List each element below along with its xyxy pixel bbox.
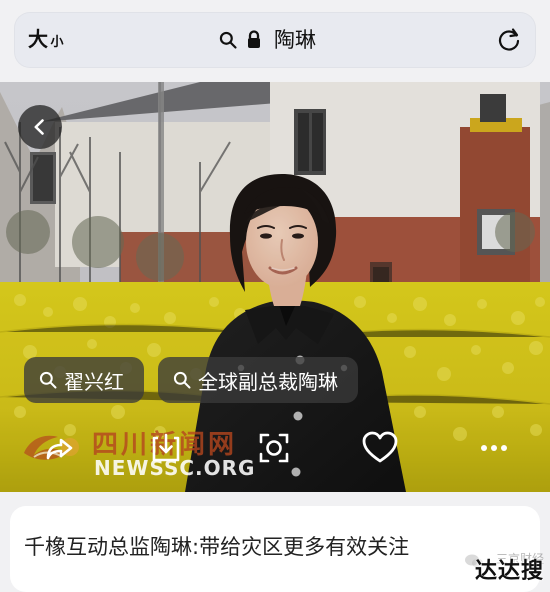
chevron-left-icon bbox=[34, 119, 44, 135]
search-icon bbox=[173, 371, 191, 389]
url-display[interactable]: 陶琳 bbox=[218, 26, 316, 54]
search-suggestion-label: 全球副总裁陶琳 bbox=[198, 369, 338, 394]
search-suggestion-1[interactable]: 翟兴红 bbox=[24, 357, 144, 403]
more-button[interactable] bbox=[474, 428, 514, 468]
footer-brand: 达达搜 bbox=[474, 559, 544, 584]
share-button[interactable] bbox=[40, 428, 80, 468]
heart-icon bbox=[362, 431, 398, 463]
search-suggestion-2[interactable]: 全球副总裁陶琳 bbox=[158, 357, 358, 403]
lock-icon bbox=[248, 30, 260, 48]
share-icon bbox=[46, 438, 73, 460]
address-bar[interactable]: 大小 陶琳 bbox=[14, 12, 536, 68]
reload-icon bbox=[498, 28, 520, 51]
search-icon bbox=[39, 371, 57, 389]
search-suggestion-label: 翟兴红 bbox=[64, 369, 124, 394]
more-icon bbox=[481, 445, 507, 451]
text-size-small-label: 小 bbox=[50, 35, 65, 50]
text-size-button[interactable]: 大小 bbox=[28, 27, 64, 55]
result-title[interactable]: 千橡互动总监陶琳:带给灾区更多有效关注 bbox=[24, 534, 409, 560]
like-button[interactable] bbox=[360, 428, 400, 468]
text-size-large-label: 大 bbox=[28, 27, 49, 51]
footer-watermark: 三京财经 达达搜 bbox=[464, 552, 550, 588]
image-viewer[interactable]: 翟兴红 全球副总裁陶琳 四川新闻网 NEWSSC.ORG bbox=[0, 82, 550, 492]
back-button[interactable] bbox=[18, 105, 62, 149]
search-icon bbox=[219, 31, 237, 49]
reload-button[interactable] bbox=[494, 24, 524, 54]
lens-search-button[interactable] bbox=[254, 428, 294, 468]
camera-lens-icon bbox=[259, 433, 289, 463]
save-button[interactable] bbox=[146, 428, 186, 468]
url-text: 陶琳 bbox=[274, 28, 316, 52]
download-icon bbox=[152, 433, 180, 462]
